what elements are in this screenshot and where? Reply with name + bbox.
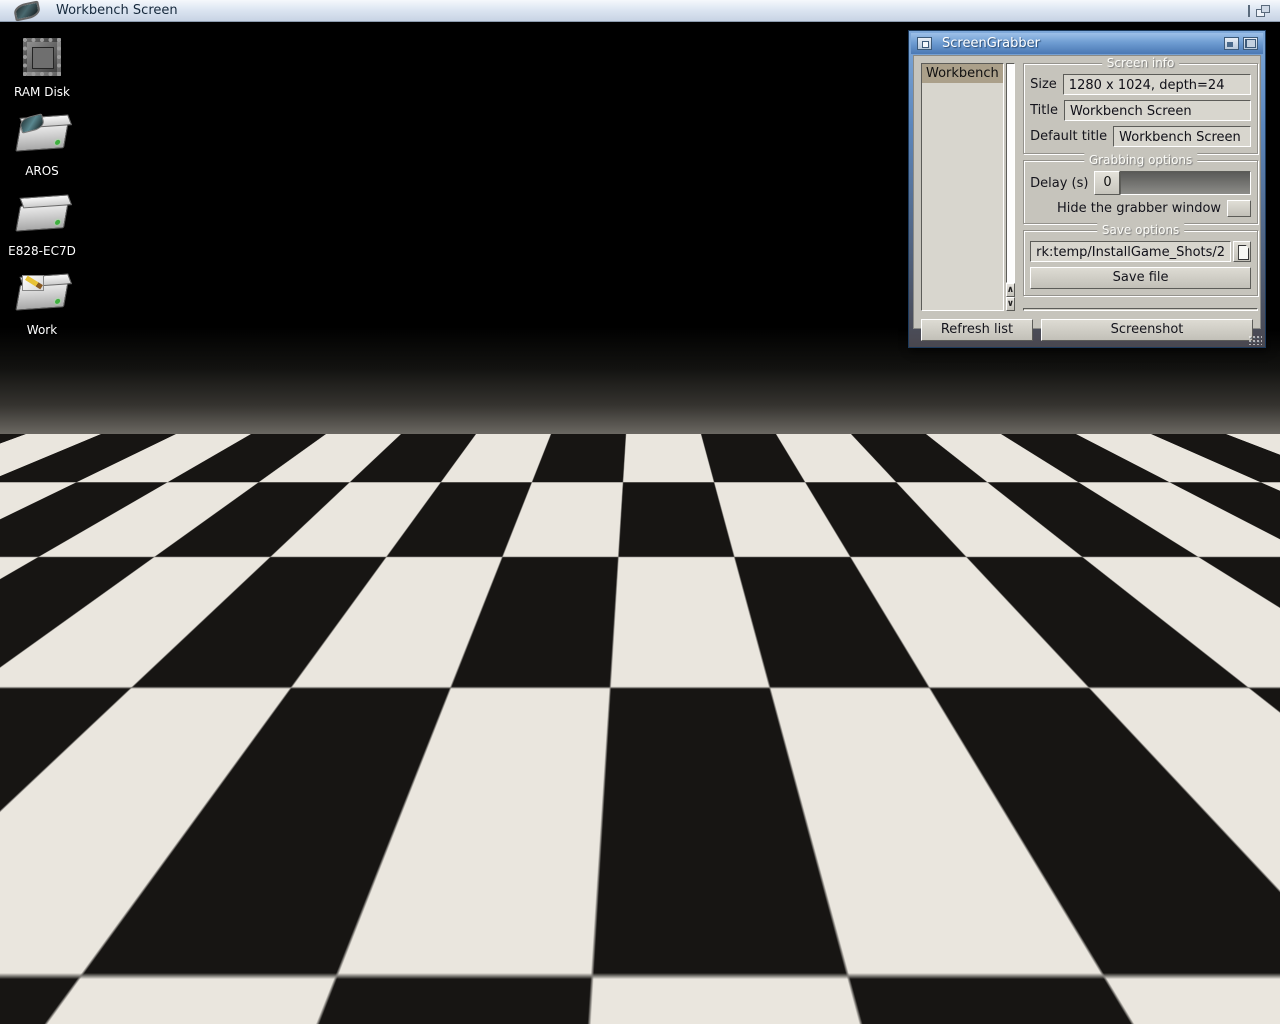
drive-work-icon <box>16 273 68 319</box>
shell-line: Reading... <box>653 609 1246 623</box>
desktop-icon-ram-disk[interactable]: RAM Disk <box>0 35 84 99</box>
glass-sphere-front <box>445 529 653 737</box>
window-title: AROS-Shell <box>679 516 752 531</box>
delay-label: Delay (s) <box>1030 176 1088 191</box>
portrait-game-icon[interactable] <box>211 988 243 1020</box>
resize-grip-icon[interactable] <box>1249 970 1263 980</box>
taskbar-button-aros-shell[interactable]: AROS-Shell <box>624 987 745 1021</box>
notebook-editor-icon[interactable] <box>248 988 280 1020</box>
screen-info-group: Screen info Size 1280 x 1024, depth=24 T… <box>1023 63 1258 154</box>
screengrabber-window[interactable]: ScreenGrabber Workbench ∧ ∨ Screen info … <box>908 30 1266 348</box>
screengrabber-titlebar[interactable]: ScreenGrabber <box>911 33 1263 54</box>
shell-line: Error 30 reading track 157. <box>653 665 1246 679</box>
delay-field[interactable]: 0 <box>1094 171 1120 195</box>
delay-slider[interactable] <box>1120 171 1251 195</box>
shell-line: Error 30 reading track 159. <box>653 693 1246 707</box>
shell-line: New Shell process 1 <box>653 539 1246 553</box>
zoom-icon[interactable] <box>1224 37 1239 50</box>
desktop-icon-aros[interactable]: AROS <box>0 114 84 178</box>
aros-menu-icon[interactable] <box>38 986 74 1022</box>
screen-info-legend: Screen info <box>1102 56 1180 70</box>
refresh-list-button[interactable]: Refresh list <box>921 319 1033 341</box>
shell-line: 1.Work:Coding/DiskImage> <box>653 707 1246 722</box>
icon-label: RAM Disk <box>14 85 70 99</box>
boing-ball-icon[interactable] <box>396 988 428 1020</box>
chip-icon <box>16 35 68 81</box>
size-field[interactable]: 1280 x 1024, depth=24 <box>1063 74 1251 95</box>
title-field[interactable]: Workbench Screen <box>1064 100 1251 121</box>
screenshot-button[interactable]: Screenshot <box>1041 319 1253 341</box>
shell-window-icon <box>629 991 655 1017</box>
hide-grabber-checkbox[interactable] <box>1227 200 1251 217</box>
shell-cursor <box>848 709 857 722</box>
shell-terminal[interactable]: New Shell process 11.AROS:> work:Coding/… <box>650 535 1249 974</box>
resize-grip-icon[interactable] <box>1248 335 1262 345</box>
input-indicator-icon <box>1248 5 1250 17</box>
icon-label: AROS <box>25 164 59 178</box>
screen-title: Workbench Screen <box>56 3 178 18</box>
grabbing-options-legend: Grabbing options <box>1084 153 1197 167</box>
window-title: ScreenGrabber <box>942 36 1040 51</box>
shell-titlebar[interactable]: AROS-Shell <box>648 513 1264 534</box>
zoom-icon[interactable] <box>1225 517 1240 530</box>
desktop-icon-e828-ec7d[interactable]: E828-EC7D <box>0 194 84 258</box>
screen-depth-icon[interactable] <box>1256 5 1270 17</box>
shell-window[interactable]: AROS-Shell New Shell process 11.AROS:> w… <box>645 510 1267 983</box>
screengrabber-icon <box>475 991 503 1017</box>
shell-line: Error 26 reading track 156. <box>653 651 1246 665</box>
drive-icon <box>16 194 68 240</box>
taskbar-button-label: ScreenGrabber <box>509 997 607 1012</box>
shell-line: Disk size is 901120 bytes. <box>653 595 1246 609</box>
shell-line: Using unit 0 with flags 0 to file work:t… <box>653 581 1246 595</box>
screen-list-scrollbar[interactable]: ∧ ∨ <box>1006 63 1015 311</box>
file-picker-icon[interactable] <box>1233 241 1251 262</box>
screen-menubar[interactable]: Workbench Screen <box>0 0 1280 22</box>
icon-label: Work <box>27 323 57 337</box>
dock[interactable]: DB'sAnn ScreenGrabber AROS-Shell 12:31 <box>28 984 1252 1024</box>
taskbar-button-screengrabber[interactable]: ScreenGrabber <box>470 987 618 1021</box>
save-options-group: Save options rk:temp/InstallGame_Shots/2… <box>1023 230 1258 296</box>
taskbar: DB'sAnn ScreenGrabber AROS-Shell 12:31 <box>0 984 1280 1024</box>
paint-prefs-icon[interactable] <box>359 988 391 1020</box>
shell-line: Error 26 reading track 154. <box>653 623 1246 637</box>
archiver-icon[interactable] <box>322 988 354 1020</box>
save-path-field[interactable]: rk:temp/InstallGame_Shots/2 <box>1030 241 1231 262</box>
scroll-up-icon[interactable]: ∧ <box>1006 283 1015 297</box>
taskbar-button-label: AROS-Shell <box>661 997 734 1012</box>
dock-handle-icon[interactable] <box>81 998 94 1011</box>
screen-list[interactable]: Workbench <box>921 63 1004 311</box>
size-label: Size <box>1030 77 1057 92</box>
grabbing-options-group: Grabbing options Delay (s) 0 Hide the gr… <box>1023 160 1258 224</box>
depth-icon[interactable] <box>1244 517 1259 530</box>
browser-globe-icon[interactable] <box>137 988 169 1020</box>
scrollbar-track[interactable] <box>1006 63 1015 283</box>
shell-line: 1.AROS:> work:Coding/DiskImage/ <box>653 553 1246 567</box>
save-options-legend: Save options <box>1097 223 1184 237</box>
dbs-ann-icon[interactable]: DB'sAnn <box>433 988 465 1020</box>
depth-icon[interactable] <box>1243 37 1258 50</box>
progress-bar <box>1023 308 1258 311</box>
hide-grabber-label: Hide the grabber window <box>1057 201 1221 216</box>
close-icon[interactable] <box>917 37 932 50</box>
close-icon[interactable] <box>654 517 669 530</box>
shell-line: 1.Work:Coding/DiskImage> CWDiskImage wor… <box>653 567 1246 581</box>
pictures-icon[interactable] <box>173 987 207 1021</box>
media-player-icon[interactable] <box>285 988 317 1020</box>
scroll-down-icon[interactable]: ∨ <box>1006 297 1015 311</box>
boing-ball-left <box>148 519 326 697</box>
desktop-icon-work[interactable]: Work <box>0 273 84 337</box>
title-label: Title <box>1030 103 1058 118</box>
default-title-label: Default title <box>1030 129 1107 144</box>
shell-line: Error 26 reading track 158. <box>653 679 1246 693</box>
clock: 12:31 <box>1191 984 1236 1024</box>
shell-line: Error 30 reading track 155. <box>653 637 1246 651</box>
drive-aros-icon <box>16 114 68 160</box>
default-title-field[interactable]: Workbench Screen <box>1113 126 1251 147</box>
screen-list-item[interactable]: Workbench <box>922 64 1003 83</box>
icon-label: E828-EC7D <box>8 244 76 258</box>
file-manager-icon[interactable] <box>100 988 132 1020</box>
save-file-button[interactable]: Save file <box>1030 267 1251 289</box>
aros-logo-icon <box>14 3 40 19</box>
